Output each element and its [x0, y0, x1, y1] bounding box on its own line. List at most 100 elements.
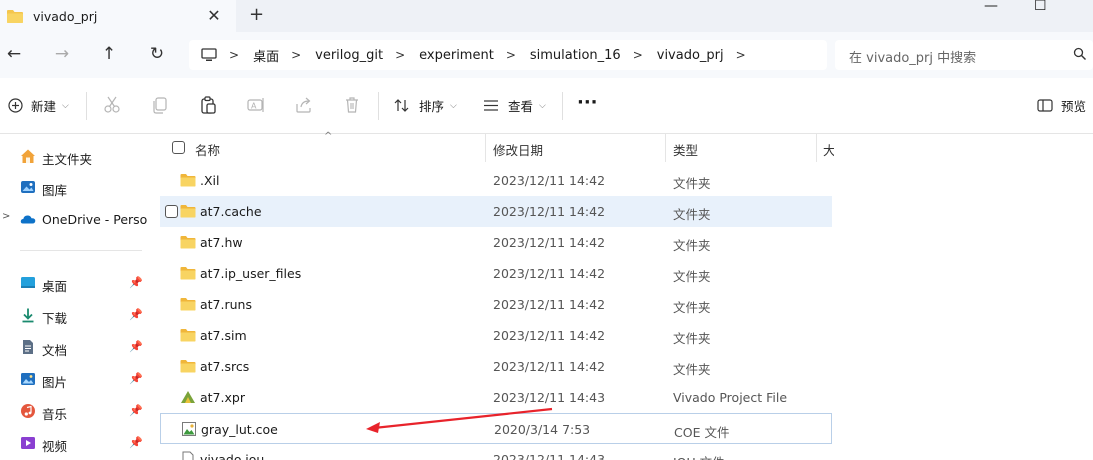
sidebar-item-desktop[interactable]: 桌面 📌 [0, 269, 150, 297]
breadcrumb-verilog-git[interactable]: verilog_git [315, 48, 383, 63]
view-button[interactable]: 查看 ⌵ [483, 96, 546, 115]
file-type: 文件夹 [673, 176, 711, 191]
more-options-button[interactable]: ··· [577, 92, 598, 113]
pin-icon[interactable]: 📌 [129, 372, 143, 385]
back-button[interactable]: ← [4, 44, 24, 64]
sidebar-item-label: 主文件夹 [42, 152, 93, 167]
file-row[interactable]: at7.cache 2023/12/11 14:42 文件夹 [160, 196, 832, 227]
pictures-icon [21, 373, 35, 385]
forward-button[interactable]: → [52, 44, 72, 64]
file-date: 2023/12/11 14:42 [493, 266, 606, 281]
chevron-right-icon[interactable]: > [736, 48, 746, 62]
file-type: 文件夹 [673, 269, 711, 284]
sidebar-item-videos[interactable]: 视频 📌 [0, 429, 150, 457]
folder-icon [180, 296, 196, 312]
sidebar-item-onedrive[interactable]: > OneDrive - Perso [0, 205, 150, 233]
refresh-button[interactable]: ↻ [147, 44, 167, 64]
file-type: 文件夹 [673, 300, 711, 315]
divider [378, 92, 379, 120]
tab-title: vivado_prj [33, 8, 98, 24]
new-tab-button[interactable]: + [249, 6, 264, 24]
onedrive-icon [20, 215, 36, 224]
pin-icon[interactable]: 📌 [129, 308, 143, 321]
tab-vivado-prj[interactable]: vivado_prj ✕ [0, 0, 236, 32]
divider [562, 92, 563, 120]
address-bar[interactable]: > 桌面 > verilog_git > experiment > simula… [189, 40, 827, 70]
file-row[interactable]: at7.runs 2023/12/11 14:42 文件夹 [160, 289, 832, 320]
pin-icon[interactable]: 📌 [129, 340, 143, 353]
file-name: at7.srcs [200, 359, 250, 374]
file-type: JOU 文件 [673, 452, 725, 460]
sort-button[interactable]: 排序 ⌵ [394, 96, 457, 115]
pin-icon[interactable]: 📌 [129, 436, 143, 449]
sidebar-item-downloads[interactable]: 下载 📌 [0, 301, 150, 329]
file-icon [180, 451, 196, 460]
video-icon [21, 437, 35, 449]
up-button[interactable]: ↑ [99, 44, 119, 64]
svg-text:A: A [251, 102, 257, 111]
sidebar-item-gallery[interactable]: 图库 [0, 173, 150, 201]
sidebar-item-label: OneDrive - Perso [42, 212, 148, 227]
column-divider[interactable] [665, 134, 666, 162]
vivado-icon [180, 389, 196, 405]
chevron-right-icon: > [632, 48, 643, 62]
folder-icon [180, 203, 196, 219]
file-row[interactable]: .Xil 2023/12/11 14:42 文件夹 [160, 165, 832, 196]
pin-icon[interactable]: 📌 [129, 404, 143, 417]
close-tab-icon[interactable]: ✕ [206, 8, 222, 24]
command-bar: 新建 ⌵ A 排序 ⌵ 查看 ⌵ ··· 预览 [0, 78, 1093, 134]
cut-icon[interactable] [102, 95, 122, 115]
file-row[interactable]: at7.hw 2023/12/11 14:42 文件夹 [160, 227, 832, 258]
paste-icon[interactable] [198, 95, 218, 115]
column-divider[interactable] [485, 134, 486, 162]
new-button[interactable]: 新建 ⌵ [8, 96, 69, 115]
column-header-type[interactable]: 类型 [673, 134, 698, 162]
select-all-checkbox[interactable] [172, 141, 185, 154]
preview-pane-button[interactable]: 预览 [1037, 96, 1086, 115]
sidebar-item-documents[interactable]: 文档 📌 [0, 333, 150, 361]
row-checkbox[interactable] [165, 205, 178, 218]
sidebar-item-pictures[interactable]: 图片 📌 [0, 365, 150, 393]
file-row[interactable]: vivado.jou 2023/12/11 14:43 JOU 文件 [160, 444, 832, 460]
breadcrumb-simulation-16[interactable]: simulation_16 [530, 48, 621, 63]
sidebar-divider [20, 250, 142, 251]
plus-circle-icon [8, 98, 23, 113]
chevron-right-icon[interactable]: > [2, 211, 10, 222]
column-header-name[interactable]: 名称 [195, 134, 220, 162]
breadcrumb-experiment[interactable]: experiment [419, 48, 494, 63]
rename-icon[interactable]: A [246, 95, 266, 115]
breadcrumb-desktop[interactable]: 桌面 [253, 46, 279, 65]
delete-icon[interactable] [342, 95, 362, 115]
copy-icon[interactable] [150, 95, 170, 115]
file-row[interactable]: at7.sim 2023/12/11 14:42 文件夹 [160, 320, 832, 351]
column-divider[interactable] [816, 134, 817, 162]
file-date: 2023/12/11 14:42 [493, 328, 606, 343]
chevron-down-icon: ⌵ [62, 100, 69, 111]
chevron-right-icon: > [505, 48, 516, 62]
sidebar-item-home[interactable]: 主文件夹 [0, 142, 150, 170]
share-icon[interactable] [294, 95, 314, 115]
file-name: at7.cache [200, 204, 262, 219]
annotation-arrow [366, 407, 553, 433]
sort-icon [394, 99, 409, 112]
chevron-down-icon: ⌵ [450, 100, 457, 111]
empty-area [834, 134, 1093, 460]
column-header-date[interactable]: 修改日期 [493, 134, 543, 162]
gallery-icon [21, 181, 35, 193]
breadcrumb-vivado-prj[interactable]: vivado_prj [657, 48, 724, 63]
file-row[interactable]: at7.ip_user_files 2023/12/11 14:42 文件夹 [160, 258, 832, 289]
file-name: gray_lut.coe [201, 422, 278, 437]
file-name: vivado.jou [200, 452, 265, 460]
download-icon [22, 308, 34, 323]
search-input[interactable]: 在 vivado_prj 中搜索 [835, 40, 1093, 70]
pin-icon[interactable]: 📌 [129, 276, 143, 289]
sidebar-item-music[interactable]: 音乐 📌 [0, 397, 150, 425]
folder-icon [7, 10, 23, 23]
more-options-label: ··· [577, 92, 598, 113]
file-name: at7.runs [200, 297, 252, 312]
minimize-button[interactable]: — [984, 0, 998, 14]
file-type: COE 文件 [674, 425, 730, 440]
maximize-button[interactable]: ☐ [1034, 0, 1047, 14]
file-name: .Xil [200, 173, 220, 188]
file-row[interactable]: at7.srcs 2023/12/11 14:42 文件夹 [160, 351, 832, 382]
